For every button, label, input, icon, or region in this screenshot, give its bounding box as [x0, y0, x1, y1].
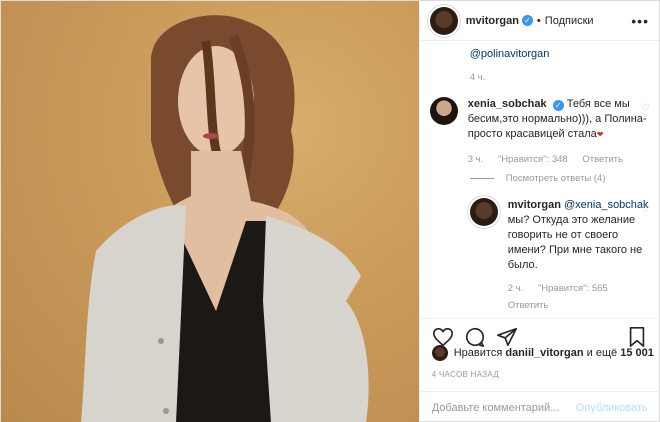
- post-header: mvitorgan ✓ • Подписки •••: [419, 1, 659, 41]
- reply-link[interactable]: Ответить: [582, 154, 623, 165]
- comment-input[interactable]: [431, 401, 576, 414]
- comment-likes[interactable]: "Нравится": 348: [498, 154, 568, 165]
- avatar[interactable]: [429, 6, 458, 35]
- comment-likes[interactable]: "Нравится": 565: [538, 283, 608, 294]
- comment-time: 3 ч.: [467, 154, 484, 165]
- verified-badge-icon: ✓: [521, 15, 533, 26]
- likes-user[interactable]: daniil_vitorgan: [505, 347, 583, 359]
- reply-item: mvitorgan @xenia_sobchak мы? Откуда это …: [469, 198, 650, 313]
- comment-username[interactable]: mvitorgan: [508, 199, 561, 211]
- view-replies-button[interactable]: Посмотреть ответы (4): [469, 173, 650, 184]
- comment-composer: Опубликовать: [419, 391, 660, 422]
- post-age: 4 ЧАСОВ НАЗАД: [431, 370, 500, 379]
- post-modal: mvitorgan ✓ • Подписки ••• @polinavitorg…: [0, 0, 660, 422]
- likes-count[interactable]: 15 001: [620, 347, 654, 359]
- portrait-illustration: [81, 15, 369, 422]
- replies-divider: [469, 178, 494, 179]
- avatar[interactable]: [429, 97, 458, 125]
- comment-text: мы? Откуда это желание говорить не от св…: [507, 214, 643, 271]
- avatar[interactable]: [431, 345, 448, 361]
- post-sidebar: mvitorgan ✓ • Подписки ••• @polinavitorg…: [418, 1, 660, 422]
- caption-mention-link[interactable]: @polinavitorgan: [470, 48, 650, 60]
- caption-timestamp: 4 ч.: [469, 72, 486, 83]
- post-photo[interactable]: [1, 1, 419, 422]
- follow-status-button[interactable]: Подписки: [545, 15, 594, 27]
- comment-mention-link[interactable]: @xenia_sobchak: [564, 199, 649, 211]
- like-comment-icon[interactable]: ♡: [641, 204, 650, 215]
- more-options-icon[interactable]: •••: [631, 13, 649, 29]
- likes-suffix: и ещё: [586, 347, 618, 359]
- heart-emoji-icon: ❤: [596, 130, 604, 139]
- likes-prefix: Нравится: [453, 347, 503, 359]
- view-replies-label: Посмотреть ответы (4): [505, 173, 606, 184]
- comment-username[interactable]: xenia_sobchak: [468, 98, 547, 110]
- likes-summary[interactable]: Нравится daniil_vitorgan и ещё 15 001: [431, 345, 654, 361]
- publish-button[interactable]: Опубликовать: [576, 402, 648, 414]
- author-username[interactable]: mvitorgan: [466, 15, 519, 27]
- like-comment-icon[interactable]: ♡: [641, 103, 650, 114]
- separator-dot: •: [536, 14, 541, 27]
- avatar[interactable]: [469, 198, 498, 226]
- verified-badge-icon: ✓: [552, 100, 564, 111]
- comments-feed[interactable]: @polinavitorgan 4 ч. xenia_sobchak ✓ Теб…: [420, 42, 660, 318]
- comment-time: 2 ч.: [507, 283, 524, 294]
- reply-link[interactable]: Ответить: [508, 298, 650, 313]
- comment-item: xenia_sobchak ✓ Тебя все мы бесим,это но…: [429, 97, 650, 167]
